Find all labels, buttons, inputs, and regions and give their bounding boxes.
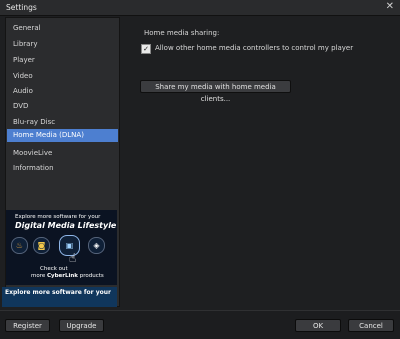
settings-panel: Home media sharing: ✓ Allow other home m… <box>122 17 395 307</box>
sidebar-item-dvd[interactable]: DVD <box>7 100 118 113</box>
sidebar-item-player[interactable]: Player <box>7 54 118 67</box>
ad-banner[interactable]: Explore more software for your <box>2 287 117 307</box>
ad-line1: Explore more software for your <box>15 214 101 220</box>
window-title: Settings <box>6 3 37 12</box>
sidebar-item-moovielive[interactable]: MoovieLive <box>7 147 118 160</box>
sidebar-item-bluray[interactable]: Blu-ray Disc <box>7 116 118 129</box>
cancel-button[interactable]: Cancel <box>348 319 394 332</box>
register-button[interactable]: Register <box>5 319 50 332</box>
sidebar-item-library[interactable]: Library <box>7 38 118 51</box>
sidebar-item-general[interactable]: General <box>7 22 118 35</box>
ad-line4-suffix: products <box>77 273 104 279</box>
camera-icon: ◙ <box>33 237 50 254</box>
cyberlink-ad[interactable]: Explore more software for your Digital M… <box>6 210 117 285</box>
allow-controllers-checkbox[interactable]: ✓ <box>141 44 151 54</box>
pointer-hand-icon: ☝ <box>69 251 77 265</box>
upgrade-button[interactable]: Upgrade <box>59 319 104 332</box>
title-bar: Settings ✕ <box>0 0 400 16</box>
flame-icon: ♨ <box>11 237 28 254</box>
section-heading: Home media sharing: <box>144 29 220 37</box>
sidebar-item-video[interactable]: Video <box>7 70 118 83</box>
close-icon[interactable]: ✕ <box>386 1 394 12</box>
sidebar-item-audio[interactable]: Audio <box>7 85 118 98</box>
ad-line3: Check out <box>40 266 68 272</box>
sidebar-item-home-media[interactable]: Home Media (DLNA) <box>7 129 118 142</box>
ad-line4-prefix: more <box>31 273 47 279</box>
share-media-button[interactable]: Share my media with home media clients..… <box>140 80 291 103</box>
allow-controllers-label[interactable]: Allow other home media controllers to co… <box>155 44 353 52</box>
ok-button[interactable]: OK <box>295 319 341 332</box>
ad-line2: Digital Media Lifestyle <box>15 221 117 230</box>
sidebar-item-information[interactable]: Information <box>7 162 118 175</box>
footer: Register Upgrade OK Cancel <box>0 310 400 339</box>
ad-line4-brand: CyberLink <box>47 273 78 279</box>
ad-line4: more CyberLink products <box>31 273 104 279</box>
film-icon: ◈ <box>88 237 105 254</box>
